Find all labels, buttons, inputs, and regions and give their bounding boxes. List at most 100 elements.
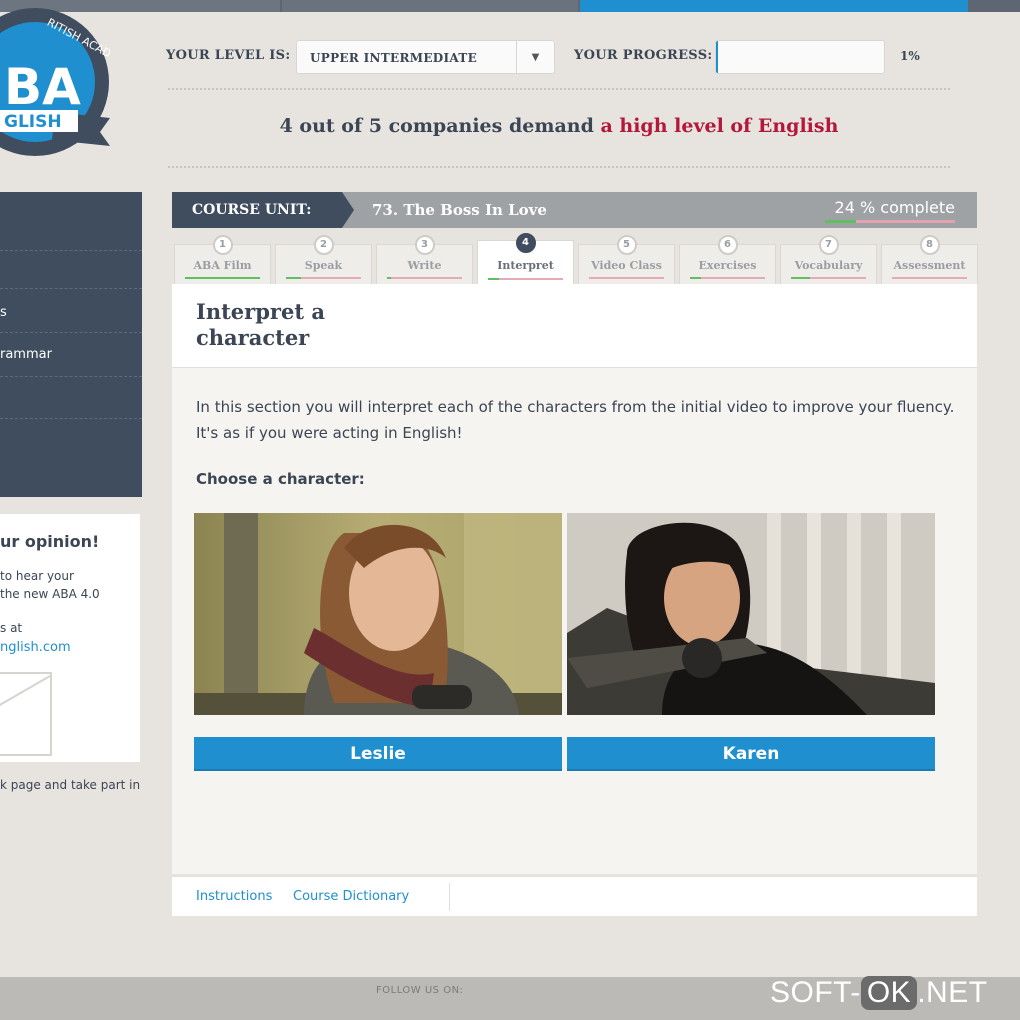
nav-segment-active[interactable] <box>580 0 968 12</box>
tab-step-number: 1 <box>212 235 233 255</box>
tab-label: Speak <box>304 259 343 272</box>
panel-footer: Instructions Course Dictionary <box>172 876 977 916</box>
tab-assessment[interactable]: 8 Assessment <box>881 235 978 284</box>
course-dictionary-link[interactable]: Course Dictionary <box>293 889 409 904</box>
tab-label: Interpret <box>497 259 554 272</box>
tab-label: ABA Film <box>193 259 252 272</box>
character-card-karen[interactable]: Karen <box>567 513 935 771</box>
tab-progress-track <box>185 277 260 279</box>
level-value: UPPER INTERMEDIATE <box>310 51 478 65</box>
top-navigation[interactable] <box>0 0 1020 12</box>
level-label: YOUR LEVEL IS: <box>166 48 291 63</box>
headline: 4 out of 5 companies demand a high level… <box>168 115 950 137</box>
sidebar-footer-text: k page and take part in <box>0 778 141 792</box>
sidebar-item-1[interactable]: s <box>0 305 7 320</box>
tab-progress-track <box>387 277 462 279</box>
sidebar-divider <box>0 250 142 251</box>
section-header: Interpret a character <box>172 284 977 368</box>
sidebar-divider <box>0 332 142 333</box>
opinion-text-2: the new ABA 4.0 <box>0 587 100 601</box>
footer-divider <box>449 883 450 911</box>
section-title: Interpret a character <box>196 299 325 350</box>
follow-us-label: FOLLOW US ON: <box>376 985 464 996</box>
course-unit-label: COURSE UNIT: <box>172 192 342 228</box>
unit-progress-fill <box>825 220 857 223</box>
tab-step-number: 3 <box>414 235 435 255</box>
overall-progress-fill <box>716 41 718 73</box>
course-unit-bar: COURSE UNIT: 73. The Boss In Love 24 % c… <box>172 192 977 228</box>
opinion-email-link[interactable]: nglish.com <box>0 640 71 655</box>
aba-logo[interactable]: BA GLISH RITISH ACADEMY <box>0 0 134 175</box>
tab-step-number: 6 <box>717 235 738 255</box>
tab-label: Write <box>407 259 442 272</box>
tab-exercises[interactable]: 6 Exercises <box>679 235 776 284</box>
tab-progress-track <box>690 277 765 279</box>
watermark-left: SOFT- <box>770 976 861 1009</box>
tab-progress-track <box>892 277 967 279</box>
tab-progress-fill <box>286 277 301 279</box>
watermark-right: .NET <box>917 976 988 1009</box>
tab-step-number: 2 <box>313 235 334 255</box>
section-tabs: 1 ABA Film 2 Speak 3 Write 4 Interpret 5 Video Cl… <box>172 233 978 285</box>
sidebar-item-grammar[interactable]: rammar <box>0 347 52 362</box>
choose-character-label: Choose a character: <box>196 470 365 488</box>
logo-text-main: BA <box>4 58 81 116</box>
tab-progress-track <box>791 277 866 279</box>
tab-progress-fill <box>387 277 391 279</box>
progress-label: YOUR PROGRESS: <box>574 48 713 63</box>
tab-step-number: 8 <box>919 235 940 255</box>
chevron-down-icon[interactable]: ▼ <box>516 41 554 73</box>
logo-text-sub: GLISH <box>4 112 62 132</box>
tab-progress-track <box>589 277 664 279</box>
tab-interpret[interactable]: 4 Interpret <box>477 233 574 285</box>
section-description: In this section you will interpret each … <box>196 398 955 442</box>
course-unit-title: 73. The Boss In Love <box>372 201 547 219</box>
tab-step-number: 4 <box>515 233 536 253</box>
unit-complete-text: 24 % complete <box>834 198 955 217</box>
tab-speak[interactable]: 2 Speak <box>275 235 372 284</box>
sidebar-menu: s rammar <box>0 192 142 497</box>
tab-label: Vocabulary <box>794 259 863 272</box>
tab-step-number: 5 <box>616 235 637 255</box>
progress-percent: 1% <box>900 49 920 63</box>
headline-text: 4 out of 5 companies demand <box>279 115 601 137</box>
tab-label: Assessment <box>893 259 966 272</box>
tab-progress-fill <box>185 277 260 279</box>
opinion-box: ur opinion! to hear your the new ABA 4.0… <box>0 514 140 762</box>
instructions-link[interactable]: Instructions <box>196 889 272 904</box>
sidebar-divider <box>0 376 142 377</box>
opinion-text-3: s at <box>0 621 23 635</box>
tab-label: Video Class <box>591 259 662 272</box>
section-panel: Interpret a character In this section yo… <box>172 284 977 874</box>
tab-progress-fill <box>488 278 500 280</box>
dotted-divider <box>168 88 950 90</box>
tab-vocabulary[interactable]: 7 Vocabulary <box>780 235 877 284</box>
tab-write[interactable]: 3 Write <box>376 235 473 284</box>
sidebar-divider <box>0 288 142 289</box>
watermark-ok: OK <box>860 976 918 1010</box>
character-card-leslie[interactable]: Leslie <box>194 513 562 771</box>
opinion-title: ur opinion! <box>0 532 100 551</box>
tab-progress-track <box>286 277 361 279</box>
tab-video-class[interactable]: 5 Video Class <box>578 235 675 284</box>
dotted-divider <box>168 166 950 168</box>
tab-label: Exercises <box>698 259 757 272</box>
unit-progress-track <box>825 220 955 223</box>
overall-progress-bar <box>715 40 885 74</box>
character-photo-karen[interactable] <box>567 513 935 715</box>
soft-ok-watermark: SOFT- OK .NET <box>770 976 988 1010</box>
opinion-text-1: to hear your <box>0 569 74 583</box>
envelope-icon <box>0 672 52 756</box>
nav-segment-2[interactable] <box>282 0 578 12</box>
tab-progress-fill <box>690 277 702 279</box>
chevron-right-icon <box>342 192 354 228</box>
tab-progress-track <box>488 278 563 280</box>
choose-leslie-button[interactable]: Leslie <box>194 737 562 771</box>
tab-progress-fill <box>791 277 810 279</box>
character-photo-leslie[interactable] <box>194 513 562 715</box>
tab-step-number: 7 <box>818 235 839 255</box>
tab-aba-film[interactable]: 1 ABA Film <box>174 235 271 284</box>
choose-karen-button[interactable]: Karen <box>567 737 935 771</box>
headline-accent: a high level of English <box>600 115 839 137</box>
level-select[interactable]: UPPER INTERMEDIATE ▼ <box>296 40 555 74</box>
